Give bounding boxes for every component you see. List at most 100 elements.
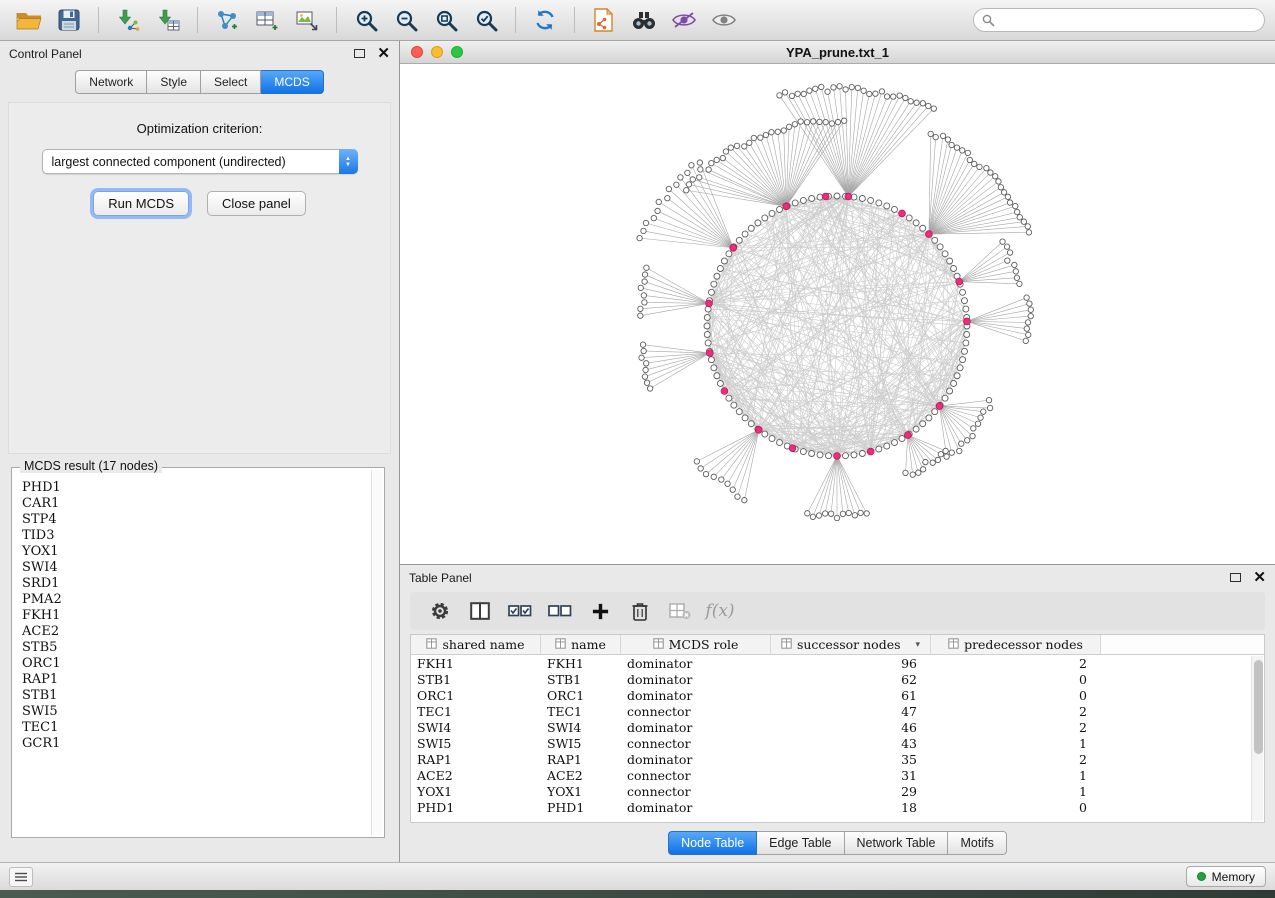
cell-predecessor-nodes: 1 [931,767,1101,783]
cell-successor-nodes: 29 [771,783,931,799]
cell-filler [1101,751,1264,767]
column-header-shared-name[interactable]: shared name [411,635,541,655]
mcds-result-item[interactable]: STB1 [22,688,369,704]
mcds-result-item[interactable]: RAP1 [22,672,369,688]
mcds-result-item[interactable]: SRD1 [22,576,369,592]
network-canvas[interactable] [400,64,1275,564]
tab-node-table[interactable]: Node Table [668,831,757,855]
mcds-result-item[interactable]: SWI4 [22,560,369,576]
add-row-button[interactable] [580,602,620,621]
mcds-result-item[interactable]: ORC1 [22,656,369,672]
tab-mcds[interactable]: MCDS [261,70,323,94]
cell-successor-nodes: 62 [771,671,931,687]
mcds-result-item[interactable]: PMA2 [22,592,369,608]
import-network-button[interactable] [109,4,147,36]
select-all-icon [508,601,532,621]
table-row[interactable]: ACE2ACE2connector311 [411,767,1264,783]
mcds-result-item[interactable]: STB5 [22,640,369,656]
node-table: shared namenameMCDS rolesuccessor nodes▾… [410,634,1265,823]
cell-successor-nodes: 61 [771,687,931,703]
status-bar: Memory [0,862,1275,890]
table-row[interactable]: STB1STB1dominator620 [411,671,1264,687]
tab-motifs[interactable]: Motifs [948,831,1006,855]
close-table-panel-icon[interactable]: ✕ [1253,570,1266,585]
tab-network[interactable]: Network [75,70,147,94]
table-toolbar: f(x) [410,592,1265,630]
mcds-result-item[interactable]: TEC1 [22,720,369,736]
open-file-button[interactable] [10,4,48,36]
tab-edge-table[interactable]: Edge Table [757,831,844,855]
status-menu-button[interactable] [9,867,33,887]
export-image-icon [295,8,319,32]
table-row[interactable]: ORC1ORC1dominator610 [411,687,1264,703]
zoom-selected-button[interactable] [467,4,505,36]
share-document-button[interactable] [585,4,623,36]
table-row[interactable]: SWI4SWI4dominator462 [411,719,1264,735]
cell-predecessor-nodes: 2 [931,719,1101,735]
table-row[interactable]: RAP1RAP1dominator352 [411,751,1264,767]
column-header-successor-nodes[interactable]: successor nodes▾ [771,635,931,655]
table-row[interactable]: SWI5SWI5connector431 [411,735,1264,751]
tab-network-table[interactable]: Network Table [845,831,949,855]
search-network-button[interactable] [625,4,663,36]
tab-select[interactable]: Select [201,70,261,94]
zoom-out-button[interactable] [387,4,425,36]
zoom-fit-button[interactable] [427,4,465,36]
save-session-button[interactable] [50,4,88,36]
close-panel-button[interactable]: Close panel [207,191,306,216]
eye-slash-icon [671,10,697,30]
hide-visual-props-button[interactable] [665,4,703,36]
chevron-down-icon[interactable]: ▾ [916,640,921,650]
table-row[interactable]: FKH1FKH1dominator962 [411,655,1264,671]
column-header-filler [1101,635,1264,655]
optimization-dropdown[interactable]: largest connected component (undirected)… [42,149,358,174]
new-table-button[interactable] [248,4,286,36]
cell-predecessor-nodes: 0 [931,671,1101,687]
mcds-result-item[interactable]: CAR1 [22,496,369,512]
mcds-result-item[interactable]: STP4 [22,512,369,528]
table-row[interactable]: YOX1YOX1connector291 [411,783,1264,799]
zoom-in-icon [355,9,378,32]
cell-shared-name: YOX1 [411,783,541,799]
column-header-predecessor-nodes[interactable]: predecessor nodes [931,635,1101,655]
new-network-button[interactable] [208,4,246,36]
result-list-scrollbar[interactable] [371,470,382,835]
cell-filler [1101,735,1264,751]
memory-button[interactable]: Memory [1186,866,1266,887]
float-panel-icon[interactable] [354,49,365,58]
mcds-result-item[interactable]: FKH1 [22,608,369,624]
deselect-all-button[interactable] [540,601,580,621]
search-input[interactable] [973,8,1265,32]
mcds-result-item[interactable]: PHD1 [22,480,369,496]
refresh-button[interactable] [526,4,564,36]
cytoscape-window: Control Panel ✕ NetworkStyleSelectMCDS O… [0,0,1275,890]
table-settings-button[interactable] [420,601,460,621]
export-image-button[interactable] [288,4,326,36]
close-panel-icon[interactable]: ✕ [377,46,390,61]
mcds-result-item[interactable]: ACE2 [22,624,369,640]
zoom-in-button[interactable] [347,4,385,36]
table-scrollbar[interactable] [1251,656,1263,821]
select-all-button[interactable] [500,601,540,621]
column-header-MCDS-role[interactable]: MCDS role [621,635,771,655]
column-header-name[interactable]: name [541,635,621,655]
cell-shared-name: ACE2 [411,767,541,783]
zoom-fit-icon [435,9,458,32]
tab-style[interactable]: Style [147,70,201,94]
cell-name: ACE2 [541,767,621,783]
cell-successor-nodes: 31 [771,767,931,783]
delete-rows-button[interactable] [620,601,660,621]
mcds-result-item[interactable]: TID3 [22,528,369,544]
mcds-result-item[interactable]: YOX1 [22,544,369,560]
table-row[interactable]: PHD1PHD1dominator180 [411,799,1264,815]
float-table-panel-icon[interactable] [1230,573,1241,582]
import-table-button[interactable] [149,4,187,36]
table-scrollbar-thumb[interactable] [1254,660,1263,754]
mcds-result-item[interactable]: GCR1 [22,736,369,752]
run-mcds-button[interactable]: Run MCDS [93,191,189,216]
mcds-result-item[interactable]: SWI5 [22,704,369,720]
table-row[interactable]: TEC1TEC1connector472 [411,703,1264,719]
show-columns-button[interactable] [460,602,500,620]
show-visual-props-button[interactable] [705,4,743,36]
cell-predecessor-nodes: 2 [931,751,1101,767]
